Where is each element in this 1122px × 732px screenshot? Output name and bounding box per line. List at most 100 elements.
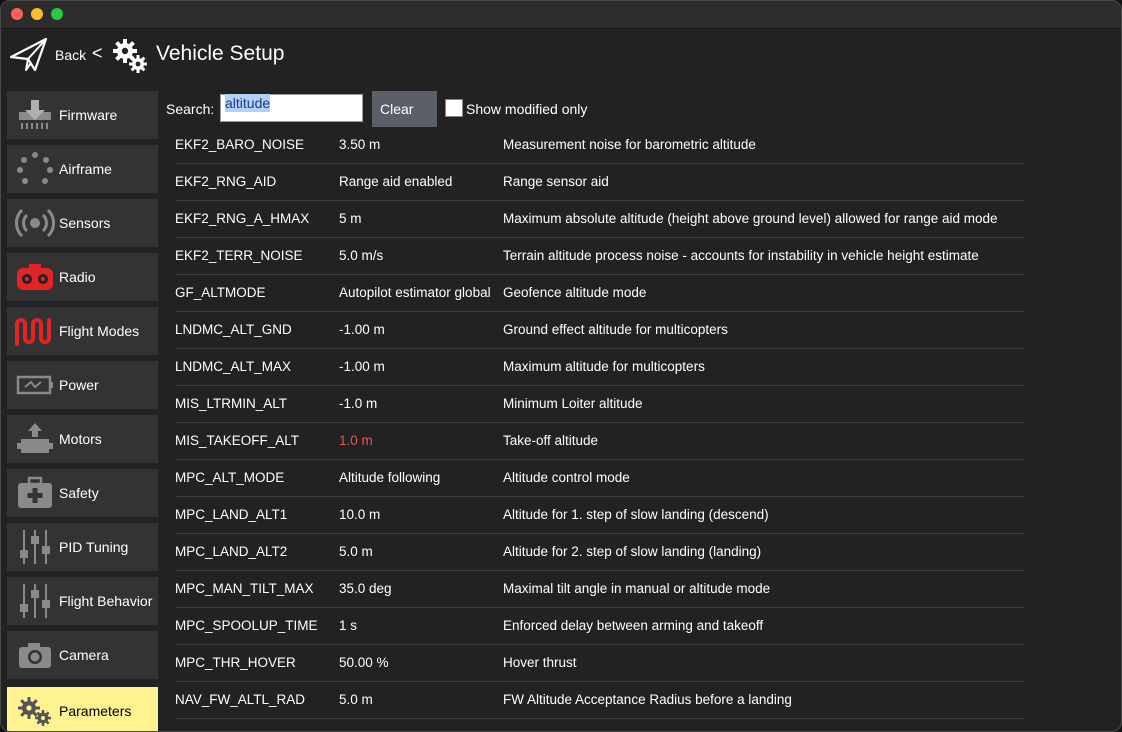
sidebar-item-airframe[interactable]: Airframe [7, 145, 158, 193]
sidebar-item-motors[interactable]: Motors [7, 415, 158, 463]
radio-icon [13, 253, 57, 301]
sidebar-item-camera[interactable]: Camera [7, 631, 158, 679]
sensors-icon [13, 199, 57, 247]
parameter-value: -1.0 m [339, 396, 378, 411]
firmware-icon [13, 91, 57, 139]
parameter-value: 10.0 m [339, 507, 381, 522]
parameter-description: Take-off altitude [503, 433, 599, 448]
parameter-description: Maximal tilt angle in manual or altitude… [503, 581, 771, 596]
parameter-name: EKF2_BARO_NOISE [175, 137, 305, 152]
parameter-name: EKF2_TERR_NOISE [175, 248, 303, 263]
close-window-button[interactable] [11, 8, 23, 20]
setup-sidebar: Firmware Airframe Sensors Radio Flight M… [1, 83, 161, 731]
pid-tuning-icon [13, 523, 57, 571]
parameter-value: 5 m [339, 211, 362, 226]
page-title: Vehicle Setup [156, 42, 285, 65]
parameter-description: Altitude for 1. step of slow landing (de… [503, 507, 769, 522]
parameter-value: 3.50 m [339, 137, 381, 152]
parameter-value: -1.00 m [339, 322, 385, 337]
parameter-name: MIS_TAKEOFF_ALT [175, 433, 300, 448]
parameter-row[interactable]: MPC_LAND_ALT1 10.0 m Altitude for 1. step … [175, 497, 1025, 534]
parameter-description: Hover thrust [503, 655, 577, 670]
parameters-panel: Search: altitude Clear Show modified onl… [161, 83, 1121, 731]
parameter-name: MPC_LAND_ALT1 [175, 507, 288, 522]
parameter-value: 5.0 m [339, 692, 373, 707]
flight-behavior-icon [13, 577, 57, 625]
parameter-description: Minimum Loiter altitude [503, 396, 643, 411]
parameter-description: Ground effect altitude for multicopters [503, 322, 728, 337]
parameter-row[interactable]: MIS_LTRMIN_ALT -1.0 m Minimum Loiter altit… [175, 386, 1025, 423]
minimize-window-button[interactable] [31, 8, 43, 20]
power-icon [13, 361, 57, 409]
parameter-row[interactable]: GF_ALTMODE Autopilot estimator global Geof… [175, 275, 1025, 312]
parameter-value: Altitude following [339, 470, 441, 485]
sidebar-item-safety[interactable]: Safety [7, 469, 158, 517]
parameter-description: Geofence altitude mode [503, 285, 647, 300]
sidebar-item-power[interactable]: Power [7, 361, 158, 409]
sidebar-item-label: Radio [59, 269, 96, 285]
show-modified-only-label[interactable]: Show modified only [466, 101, 587, 117]
parameter-value: Autopilot estimator global [339, 285, 491, 300]
parameter-name: MPC_LAND_ALT2 [175, 544, 288, 559]
parameter-name: EKF2_RNG_A_HMAX [175, 211, 310, 226]
motors-icon [13, 415, 57, 463]
app-window: Back < Vehicle Setup Firmware Airframe S… [0, 0, 1122, 732]
search-input[interactable]: altitude [220, 94, 363, 122]
parameter-description: Maximum absolute altitude (height above … [503, 211, 998, 226]
parameter-description: Altitude for 2. step of slow landing (la… [503, 544, 762, 559]
sidebar-item-label: Safety [59, 485, 99, 501]
sidebar-item-firmware[interactable]: Firmware [7, 91, 158, 139]
title-bar [1, 1, 1121, 29]
parameter-row[interactable]: EKF2_TERR_NOISE 5.0 m/s Terrain altitude p… [175, 238, 1025, 275]
sidebar-item-label: Motors [59, 431, 102, 447]
parameter-description: FW Altitude Acceptance Radius before a l… [503, 692, 792, 707]
parameter-description: Altitude control mode [503, 470, 630, 485]
zoom-window-button[interactable] [51, 8, 63, 20]
parameter-name: GF_ALTMODE [175, 285, 266, 300]
parameter-value: 35.0 deg [339, 581, 392, 596]
parameter-row[interactable]: NAV_FW_ALT_RAD10.0 mFW Altitude Acceptan… [175, 719, 1025, 731]
toolbar: Back < Vehicle Setup [1, 29, 1121, 83]
paper-plane-icon[interactable] [9, 37, 49, 73]
parameter-row[interactable]: MPC_MAN_TILT_MAX 35.0 deg Maximal tilt ang… [175, 571, 1025, 608]
parameter-description: Terrain altitude process noise - account… [503, 248, 979, 263]
safety-icon [13, 469, 57, 517]
search-label: Search: [166, 101, 215, 117]
flight-modes-icon [13, 307, 57, 355]
sidebar-item-flight-modes[interactable]: Flight Modes [7, 307, 158, 355]
sidebar-item-pid-tuning[interactable]: PID Tuning [7, 523, 158, 571]
parameter-row[interactable]: EKF2_RNG_A_HMAX 5 m Maximum absolute altit… [175, 201, 1025, 238]
parameter-list: EKF2_BARO_NOISE 3.50 m Measurement noise f… [175, 127, 1025, 731]
sidebar-item-parameters[interactable]: Parameters [7, 687, 158, 731]
parameter-row[interactable]: MPC_THR_HOVER 50.00 % Hover thrust [175, 645, 1025, 682]
parameter-row[interactable]: NAV_FW_ALTL_RAD 5.0 m FW Altitude Acceptan… [175, 682, 1025, 719]
parameter-row[interactable]: MPC_ALT_MODE Altitude following Altitude c… [175, 460, 1025, 497]
show-modified-only-checkbox[interactable] [445, 99, 463, 117]
parameter-row[interactable]: EKF2_BARO_NOISE 3.50 m Measurement noise f… [175, 127, 1025, 164]
parameter-value: 1 s [339, 618, 358, 633]
sidebar-item-radio[interactable]: Radio [7, 253, 158, 301]
parameter-row[interactable]: MPC_SPOOLUP_TIME 1 s Enforced delay betwee… [175, 608, 1025, 645]
parameter-description: Range sensor aid [503, 174, 609, 189]
gears-icon [113, 39, 147, 73]
parameter-name: MPC_THR_HOVER [175, 655, 296, 670]
parameter-name: EKF2_RNG_AID [175, 174, 277, 189]
clear-button[interactable]: Clear [372, 91, 437, 127]
back-button[interactable]: Back [55, 47, 86, 63]
sidebar-item-label: Flight Modes [59, 323, 140, 339]
sidebar-item-flight-behavior[interactable]: Flight Behavior [7, 577, 158, 625]
parameter-name: MPC_ALT_MODE [175, 470, 285, 485]
sidebar-item-sensors[interactable]: Sensors [7, 199, 158, 247]
parameter-name: LNDMC_ALT_MAX [175, 359, 292, 374]
sidebar-item-label: Sensors [59, 215, 111, 231]
parameter-name: MPC_SPOOLUP_TIME [175, 618, 318, 633]
parameter-row[interactable]: LNDMC_ALT_GND -1.00 m Ground effect altitu… [175, 312, 1025, 349]
parameter-value: 5.0 m/s [339, 248, 384, 263]
parameter-row[interactable]: EKF2_RNG_AID Range aid enabled Range senso… [175, 164, 1025, 201]
search-input-value: altitude [225, 94, 271, 112]
parameter-row[interactable]: LNDMC_ALT_MAX -1.00 m Maximum altitude for… [175, 349, 1025, 386]
sidebar-item-label: Airframe [59, 161, 112, 177]
parameter-row[interactable]: MIS_TAKEOFF_ALT 1.0 m Take-off altitude [175, 423, 1025, 460]
camera-icon [13, 631, 57, 679]
parameter-row[interactable]: MPC_LAND_ALT2 5.0 m Altitude for 2. step o… [175, 534, 1025, 571]
